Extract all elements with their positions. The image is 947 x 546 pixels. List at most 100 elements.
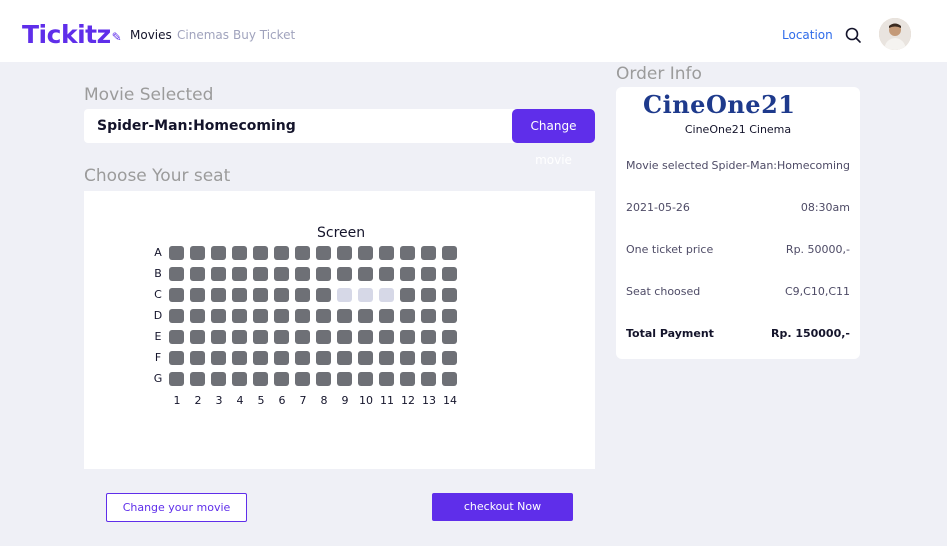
- seat-g11[interactable]: [379, 372, 394, 386]
- seat-a12[interactable]: [400, 246, 415, 260]
- seat-c10[interactable]: [358, 288, 373, 302]
- seat-c11[interactable]: [379, 288, 394, 302]
- seat-a3[interactable]: [211, 246, 226, 260]
- seat-g14[interactable]: [442, 372, 457, 386]
- seat-b1[interactable]: [169, 267, 184, 281]
- seat-c7[interactable]: [295, 288, 310, 302]
- seat-c6[interactable]: [274, 288, 289, 302]
- seat-d13[interactable]: [421, 309, 436, 323]
- seat-c1[interactable]: [169, 288, 184, 302]
- nav-link-buy-ticket[interactable]: Buy Ticket: [233, 27, 295, 43]
- seat-b10[interactable]: [358, 267, 373, 281]
- seat-a9[interactable]: [337, 246, 352, 260]
- seat-d14[interactable]: [442, 309, 457, 323]
- seat-e8[interactable]: [316, 330, 331, 344]
- seat-g3[interactable]: [211, 372, 226, 386]
- seat-e11[interactable]: [379, 330, 394, 344]
- seat-c12[interactable]: [400, 288, 415, 302]
- seat-e7[interactable]: [295, 330, 310, 344]
- search-icon[interactable]: [842, 24, 864, 46]
- seat-b12[interactable]: [400, 267, 415, 281]
- seat-c4[interactable]: [232, 288, 247, 302]
- seat-e2[interactable]: [190, 330, 205, 344]
- seat-f11[interactable]: [379, 351, 394, 365]
- seat-e13[interactable]: [421, 330, 436, 344]
- seat-f13[interactable]: [421, 351, 436, 365]
- seat-b6[interactable]: [274, 267, 289, 281]
- seat-b7[interactable]: [295, 267, 310, 281]
- seat-c5[interactable]: [253, 288, 268, 302]
- seat-e9[interactable]: [337, 330, 352, 344]
- seat-g13[interactable]: [421, 372, 436, 386]
- seat-g2[interactable]: [190, 372, 205, 386]
- seat-e1[interactable]: [169, 330, 184, 344]
- seat-a11[interactable]: [379, 246, 394, 260]
- seat-g8[interactable]: [316, 372, 331, 386]
- seat-c9[interactable]: [337, 288, 352, 302]
- seat-e5[interactable]: [253, 330, 268, 344]
- seat-g6[interactable]: [274, 372, 289, 386]
- seat-a1[interactable]: [169, 246, 184, 260]
- seat-a7[interactable]: [295, 246, 310, 260]
- seat-a4[interactable]: [232, 246, 247, 260]
- seat-b2[interactable]: [190, 267, 205, 281]
- change-your-movie-button[interactable]: Change your movie: [106, 493, 247, 522]
- seat-d1[interactable]: [169, 309, 184, 323]
- seat-e12[interactable]: [400, 330, 415, 344]
- seat-g7[interactable]: [295, 372, 310, 386]
- seat-c13[interactable]: [421, 288, 436, 302]
- seat-c14[interactable]: [442, 288, 457, 302]
- seat-b13[interactable]: [421, 267, 436, 281]
- seat-c2[interactable]: [190, 288, 205, 302]
- seat-d6[interactable]: [274, 309, 289, 323]
- seat-d8[interactable]: [316, 309, 331, 323]
- nav-link-cinemas[interactable]: Cinemas: [177, 27, 229, 43]
- change-movie-button[interactable]: Change movie: [512, 109, 595, 167]
- seat-f3[interactable]: [211, 351, 226, 365]
- seat-d5[interactable]: [253, 309, 268, 323]
- seat-f10[interactable]: [358, 351, 373, 365]
- seat-e14[interactable]: [442, 330, 457, 344]
- seat-g4[interactable]: [232, 372, 247, 386]
- seat-c3[interactable]: [211, 288, 226, 302]
- seat-f12[interactable]: [400, 351, 415, 365]
- seat-f1[interactable]: [169, 351, 184, 365]
- seat-e4[interactable]: [232, 330, 247, 344]
- seat-b3[interactable]: [211, 267, 226, 281]
- seat-g12[interactable]: [400, 372, 415, 386]
- seat-d11[interactable]: [379, 309, 394, 323]
- seat-a2[interactable]: [190, 246, 205, 260]
- seat-f14[interactable]: [442, 351, 457, 365]
- seat-e6[interactable]: [274, 330, 289, 344]
- seat-d9[interactable]: [337, 309, 352, 323]
- seat-d2[interactable]: [190, 309, 205, 323]
- seat-g5[interactable]: [253, 372, 268, 386]
- seat-a13[interactable]: [421, 246, 436, 260]
- seat-a10[interactable]: [358, 246, 373, 260]
- seat-a5[interactable]: [253, 246, 268, 260]
- seat-e10[interactable]: [358, 330, 373, 344]
- seat-d10[interactable]: [358, 309, 373, 323]
- seat-d7[interactable]: [295, 309, 310, 323]
- nav-link-movies[interactable]: Movies: [130, 27, 172, 43]
- tickitz-logo[interactable]: Tickitz✎: [22, 17, 122, 55]
- seat-e3[interactable]: [211, 330, 226, 344]
- location-link[interactable]: Location: [782, 27, 833, 43]
- checkout-button[interactable]: checkout Now: [432, 493, 573, 521]
- seat-f2[interactable]: [190, 351, 205, 365]
- seat-d3[interactable]: [211, 309, 226, 323]
- seat-f5[interactable]: [253, 351, 268, 365]
- seat-f8[interactable]: [316, 351, 331, 365]
- seat-d4[interactable]: [232, 309, 247, 323]
- seat-g10[interactable]: [358, 372, 373, 386]
- user-avatar[interactable]: [879, 18, 911, 50]
- seat-b5[interactable]: [253, 267, 268, 281]
- seat-f6[interactable]: [274, 351, 289, 365]
- seat-f4[interactable]: [232, 351, 247, 365]
- seat-a6[interactable]: [274, 246, 289, 260]
- seat-f9[interactable]: [337, 351, 352, 365]
- seat-g9[interactable]: [337, 372, 352, 386]
- seat-c8[interactable]: [316, 288, 331, 302]
- seat-b11[interactable]: [379, 267, 394, 281]
- seat-b9[interactable]: [337, 267, 352, 281]
